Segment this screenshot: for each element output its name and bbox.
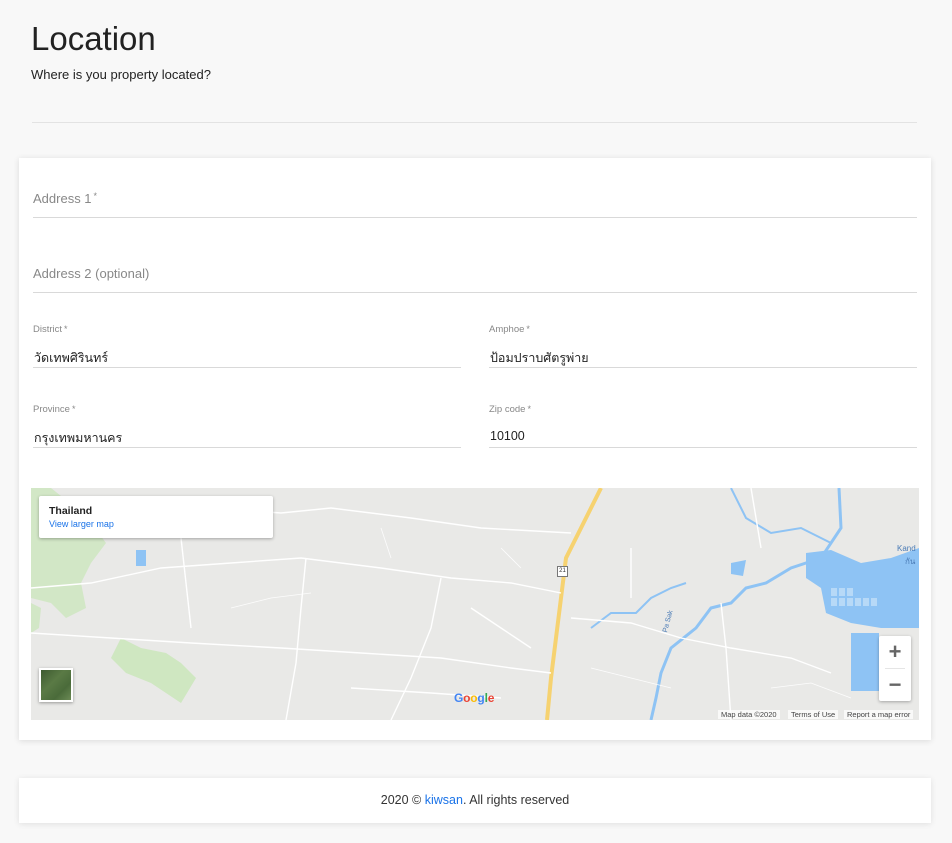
district-label: District * [33,324,68,335]
google-logo: Google [454,691,495,705]
location-form-card: Address 1 * Address 2 (optional) District… [19,158,931,740]
required-mark: * [93,191,98,201]
page-title: Location [31,20,156,57]
address2-underline [33,292,917,293]
map-place-title: Thailand [49,505,93,517]
map-info-card: Thailand View larger map [39,496,273,538]
route-shield-icon: 21 [557,566,568,577]
address1-underline [33,217,917,218]
province-underline [33,447,461,448]
zipcode-input[interactable]: 10100 [490,429,525,443]
view-larger-map-link[interactable]: View larger map [49,519,114,529]
terms-of-use-link[interactable]: Terms of Use [788,710,839,719]
map-place-label-thai: กัน [905,557,916,566]
footer-copyright: 2020 © [380,793,425,807]
footer: 2020 © kiwsan. All rights reserved [19,778,931,823]
plus-icon: + [888,639,902,664]
zoom-out-button[interactable]: − [879,669,911,701]
amphoe-label: Amphoe * [489,324,530,335]
province-input[interactable]: กรุงเทพมหานคร [34,428,122,448]
map-place-label: Kand [897,544,916,553]
address2-field[interactable]: Address 2 (optional) [33,266,149,281]
zipcode-label: Zip code * [489,404,531,415]
minus-icon: − [888,672,902,697]
district-underline [33,367,461,368]
footer-rights: . All rights reserved [462,793,570,807]
zipcode-underline [489,447,917,448]
address2-label: Address 2 (optional) [33,266,150,281]
page-subtitle: Where is you property located? [31,67,211,82]
report-map-error-link[interactable]: Report a map error [844,710,914,719]
zoom-control: + − [879,636,911,701]
map-data-attribution: Map data ©2020 [718,710,780,719]
zoom-in-button[interactable]: + [879,636,911,668]
address1-field[interactable]: Address 1 * [33,191,97,206]
amphoe-underline [489,367,917,368]
amphoe-input[interactable]: ป้อมปราบศัตรูพ่าย [490,348,589,368]
province-label: Province * [33,404,76,415]
satellite-toggle-button[interactable] [39,668,73,702]
address1-label: Address 1 [33,191,92,206]
divider [32,122,917,123]
footer-brand-link[interactable]: kiwsan [425,793,463,807]
embedded-map[interactable]: 21 Kand กัน Pa Sak Thailand View larger … [31,488,919,720]
district-input[interactable]: วัดเทพศิรินทร์ [34,348,108,368]
